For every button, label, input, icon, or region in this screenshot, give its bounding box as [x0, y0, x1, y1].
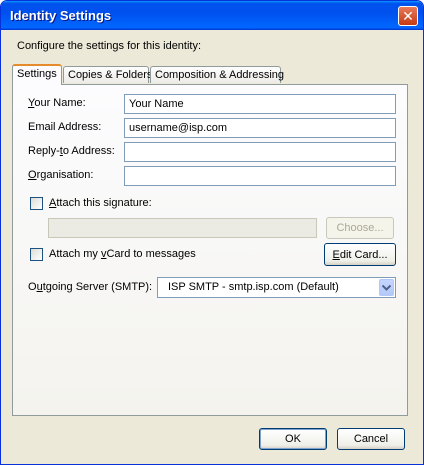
tab-composition-addressing[interactable]: Composition & Addressing	[150, 66, 285, 83]
tab-settings[interactable]: Settings	[12, 64, 62, 85]
cancel-button[interactable]: Cancel	[337, 428, 405, 450]
reply-to-label: Reply-to Address:	[28, 145, 115, 157]
smtp-server-select[interactable]: ISP SMTP - smtp.isp.com (Default)	[157, 277, 396, 298]
intro-text: Configure the settings for this identity…	[17, 40, 202, 52]
edit-card-button[interactable]: Edit Card...	[324, 243, 396, 266]
ok-button[interactable]: OK	[259, 428, 327, 450]
email-input[interactable]: username@isp.com	[124, 118, 396, 138]
tab-settings-label: Settings	[17, 68, 57, 80]
tab-copies-folders[interactable]: Copies & Folders	[63, 66, 153, 83]
tab-composition-addressing-label: Composition & Addressing	[155, 69, 285, 81]
attach-vcard-checkbox[interactable]	[30, 248, 43, 261]
close-button[interactable]: ✕	[398, 6, 418, 26]
your-name-input[interactable]: Your Name	[124, 94, 396, 114]
title-bar[interactable]: Identity Settings ✕	[1, 1, 423, 30]
smtp-label: Outgoing Server (SMTP):	[28, 281, 153, 293]
attach-signature-checkbox[interactable]	[30, 197, 43, 210]
your-name-label: Your Name:	[28, 97, 86, 109]
reply-to-input[interactable]	[124, 142, 396, 162]
window-title: Identity Settings	[10, 8, 112, 23]
organisation-input[interactable]	[124, 166, 396, 186]
attach-vcard-label[interactable]: Attach my vCard to messages	[49, 248, 196, 260]
dialog-body: Configure the settings for this identity…	[4, 30, 420, 461]
tab-copies-folders-label: Copies & Folders	[68, 69, 153, 81]
choose-signature-button[interactable]: Choose...	[326, 217, 394, 239]
settings-panel: Your Name: Your Name Email Address: user…	[12, 84, 408, 416]
signature-path-input[interactable]	[48, 218, 317, 238]
email-label: Email Address:	[28, 121, 102, 133]
close-icon: ✕	[402, 8, 414, 24]
smtp-server-value: ISP SMTP - smtp.isp.com (Default)	[168, 281, 339, 293]
organisation-label: Organisation:	[28, 169, 94, 181]
identity-settings-window: Identity Settings ✕ Configure the settin…	[0, 0, 424, 465]
chevron-down-icon[interactable]	[379, 279, 394, 296]
attach-signature-label[interactable]: Attach this signature:	[49, 197, 152, 209]
